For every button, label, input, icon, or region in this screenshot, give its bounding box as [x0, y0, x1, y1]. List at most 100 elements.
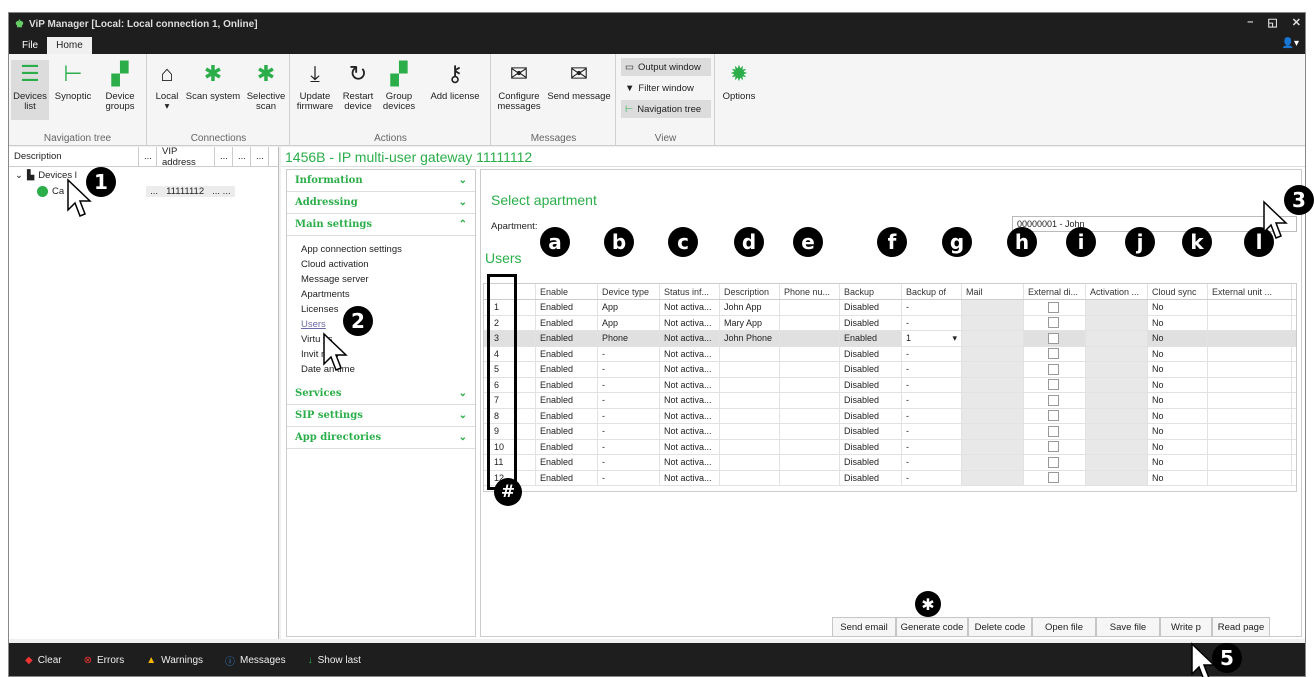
messages-button[interactable]: ⓘ Messages: [225, 653, 286, 668]
cell-enable[interactable]: Enabled: [536, 455, 598, 470]
add-license-button[interactable]: ⚷ Add license: [423, 60, 487, 102]
tab-home[interactable]: Home: [47, 37, 92, 54]
external-display-checkbox[interactable]: [1048, 363, 1059, 375]
cell-external-display[interactable]: [1024, 362, 1086, 377]
cell-cloud-sync[interactable]: No: [1148, 470, 1208, 485]
cell-enable[interactable]: Enabled: [536, 300, 598, 315]
cell-mail[interactable]: [962, 315, 1024, 330]
open-file-button[interactable]: Open file: [1032, 617, 1096, 637]
cell-activation[interactable]: [1086, 424, 1148, 439]
table-row[interactable]: 3 Enabled Phone Not activa... John Phone Enab…: [484, 331, 1296, 347]
external-display-checkbox[interactable]: [1048, 332, 1059, 344]
external-display-checkbox[interactable]: [1048, 425, 1059, 437]
header-mail[interactable]: Mail: [962, 284, 1024, 299]
cell-activation[interactable]: [1086, 455, 1148, 470]
cell-status-info[interactable]: Not activa...: [660, 315, 720, 330]
table-row[interactable]: 1 Enabled App Not activa... John App Disabled…: [484, 300, 1296, 316]
cell-device-type[interactable]: -: [598, 424, 660, 439]
cell-status-info[interactable]: Not activa...: [660, 377, 720, 392]
scan-system-button[interactable]: ✱ Scan system: [184, 60, 242, 102]
cell-backup[interactable]: Disabled: [840, 315, 902, 330]
cell-backup[interactable]: Disabled: [840, 455, 902, 470]
cell-enable[interactable]: Enabled: [536, 315, 598, 330]
cell-backup[interactable]: Disabled: [840, 393, 902, 408]
cell-cloud-sync[interactable]: No: [1148, 346, 1208, 361]
cell-external-display[interactable]: [1024, 300, 1086, 315]
cell-external-unit[interactable]: [1208, 393, 1292, 408]
external-display-checkbox[interactable]: [1048, 348, 1059, 360]
cell-backup-of[interactable]: -: [902, 315, 962, 330]
cell-external-display[interactable]: [1024, 377, 1086, 392]
menu-cloud-activation[interactable]: Cloud activation: [287, 257, 475, 272]
cell-backup-of[interactable]: -: [902, 439, 962, 454]
col-description[interactable]: Description: [9, 147, 139, 166]
table-row[interactable]: 11 Enabled - Not activa... Disabled - No: [484, 455, 1296, 471]
send-email-button[interactable]: Send email: [832, 617, 896, 637]
configure-messages-button[interactable]: ✉ Configure messages: [496, 60, 542, 112]
cell-mail[interactable]: [962, 362, 1024, 377]
external-display-checkbox[interactable]: [1048, 441, 1059, 453]
cell-device-type[interactable]: Phone: [598, 331, 660, 346]
menu-message-server[interactable]: Message server: [287, 272, 475, 287]
cell-backup-of[interactable]: -: [902, 424, 962, 439]
cell-description[interactable]: [720, 393, 780, 408]
clear-button[interactable]: ◆ Clear: [25, 655, 62, 666]
write-page-button[interactable]: Write p: [1160, 617, 1212, 637]
cell-mail[interactable]: [962, 439, 1024, 454]
cell-phone-number[interactable]: [780, 331, 840, 346]
cell-device-type[interactable]: -: [598, 408, 660, 423]
external-display-checkbox[interactable]: [1048, 410, 1059, 422]
menu-apartments[interactable]: Apartments: [287, 287, 475, 302]
cell-status-info[interactable]: Not activa...: [660, 362, 720, 377]
cell-description[interactable]: [720, 439, 780, 454]
cell-phone-number[interactable]: [780, 300, 840, 315]
col-dots[interactable]: ...: [139, 147, 157, 166]
devices-list-button[interactable]: ☰ Devices list: [11, 60, 49, 120]
table-row[interactable]: 10 Enabled - Not activa... Disabled - No: [484, 439, 1296, 455]
section-sip-settings[interactable]: SIP settings ⌄: [287, 405, 475, 427]
cell-status-info[interactable]: Not activa...: [660, 455, 720, 470]
cell-backup[interactable]: Disabled: [840, 377, 902, 392]
cell-external-display[interactable]: [1024, 439, 1086, 454]
cell-activation[interactable]: [1086, 393, 1148, 408]
cell-mail[interactable]: [962, 424, 1024, 439]
cell-external-unit[interactable]: [1208, 470, 1292, 485]
cell-device-type[interactable]: -: [598, 362, 660, 377]
col-dots-2[interactable]: ...: [215, 147, 233, 166]
filter-window-button[interactable]: ▼ Filter window: [621, 79, 711, 97]
cell-mail[interactable]: [962, 346, 1024, 361]
table-row[interactable]: 5 Enabled - Not activa... Disabled - No: [484, 362, 1296, 378]
section-services[interactable]: Services ⌄: [287, 383, 475, 405]
cell-cloud-sync[interactable]: No: [1148, 393, 1208, 408]
cell-external-unit[interactable]: [1208, 300, 1292, 315]
cell-device-type[interactable]: -: [598, 455, 660, 470]
cell-backup-of[interactable]: -: [902, 470, 962, 485]
cell-cloud-sync[interactable]: No: [1148, 300, 1208, 315]
maximize-button[interactable]: ◱: [1267, 16, 1277, 29]
cell-device-type[interactable]: -: [598, 470, 660, 485]
cell-backup[interactable]: Disabled: [840, 300, 902, 315]
cell-activation[interactable]: [1086, 315, 1148, 330]
cell-mail[interactable]: [962, 300, 1024, 315]
cell-activation[interactable]: [1086, 346, 1148, 361]
cell-external-display[interactable]: [1024, 393, 1086, 408]
header-enable[interactable]: Enable: [536, 284, 598, 299]
cell-enable[interactable]: Enabled: [536, 346, 598, 361]
cell-external-display[interactable]: [1024, 470, 1086, 485]
cell-description[interactable]: John Phone: [720, 331, 780, 346]
cell-external-unit[interactable]: [1208, 331, 1292, 346]
cell-device-type[interactable]: -: [598, 377, 660, 392]
cell-external-display[interactable]: [1024, 455, 1086, 470]
navigation-tree-button[interactable]: ⊢ Navigation tree: [621, 100, 711, 118]
cell-cloud-sync[interactable]: No: [1148, 377, 1208, 392]
tab-file[interactable]: File: [13, 37, 47, 54]
menu-invite-email[interactable]: Invit mail: [287, 347, 475, 362]
cell-enable[interactable]: Enabled: [536, 439, 598, 454]
header-phone-number[interactable]: Phone nu...: [780, 284, 840, 299]
cell-external-unit[interactable]: [1208, 377, 1292, 392]
cell-external-display[interactable]: [1024, 346, 1086, 361]
cell-enable[interactable]: Enabled: [536, 362, 598, 377]
external-display-checkbox[interactable]: [1048, 379, 1059, 391]
external-display-checkbox[interactable]: [1048, 301, 1059, 313]
cell-phone-number[interactable]: [780, 455, 840, 470]
